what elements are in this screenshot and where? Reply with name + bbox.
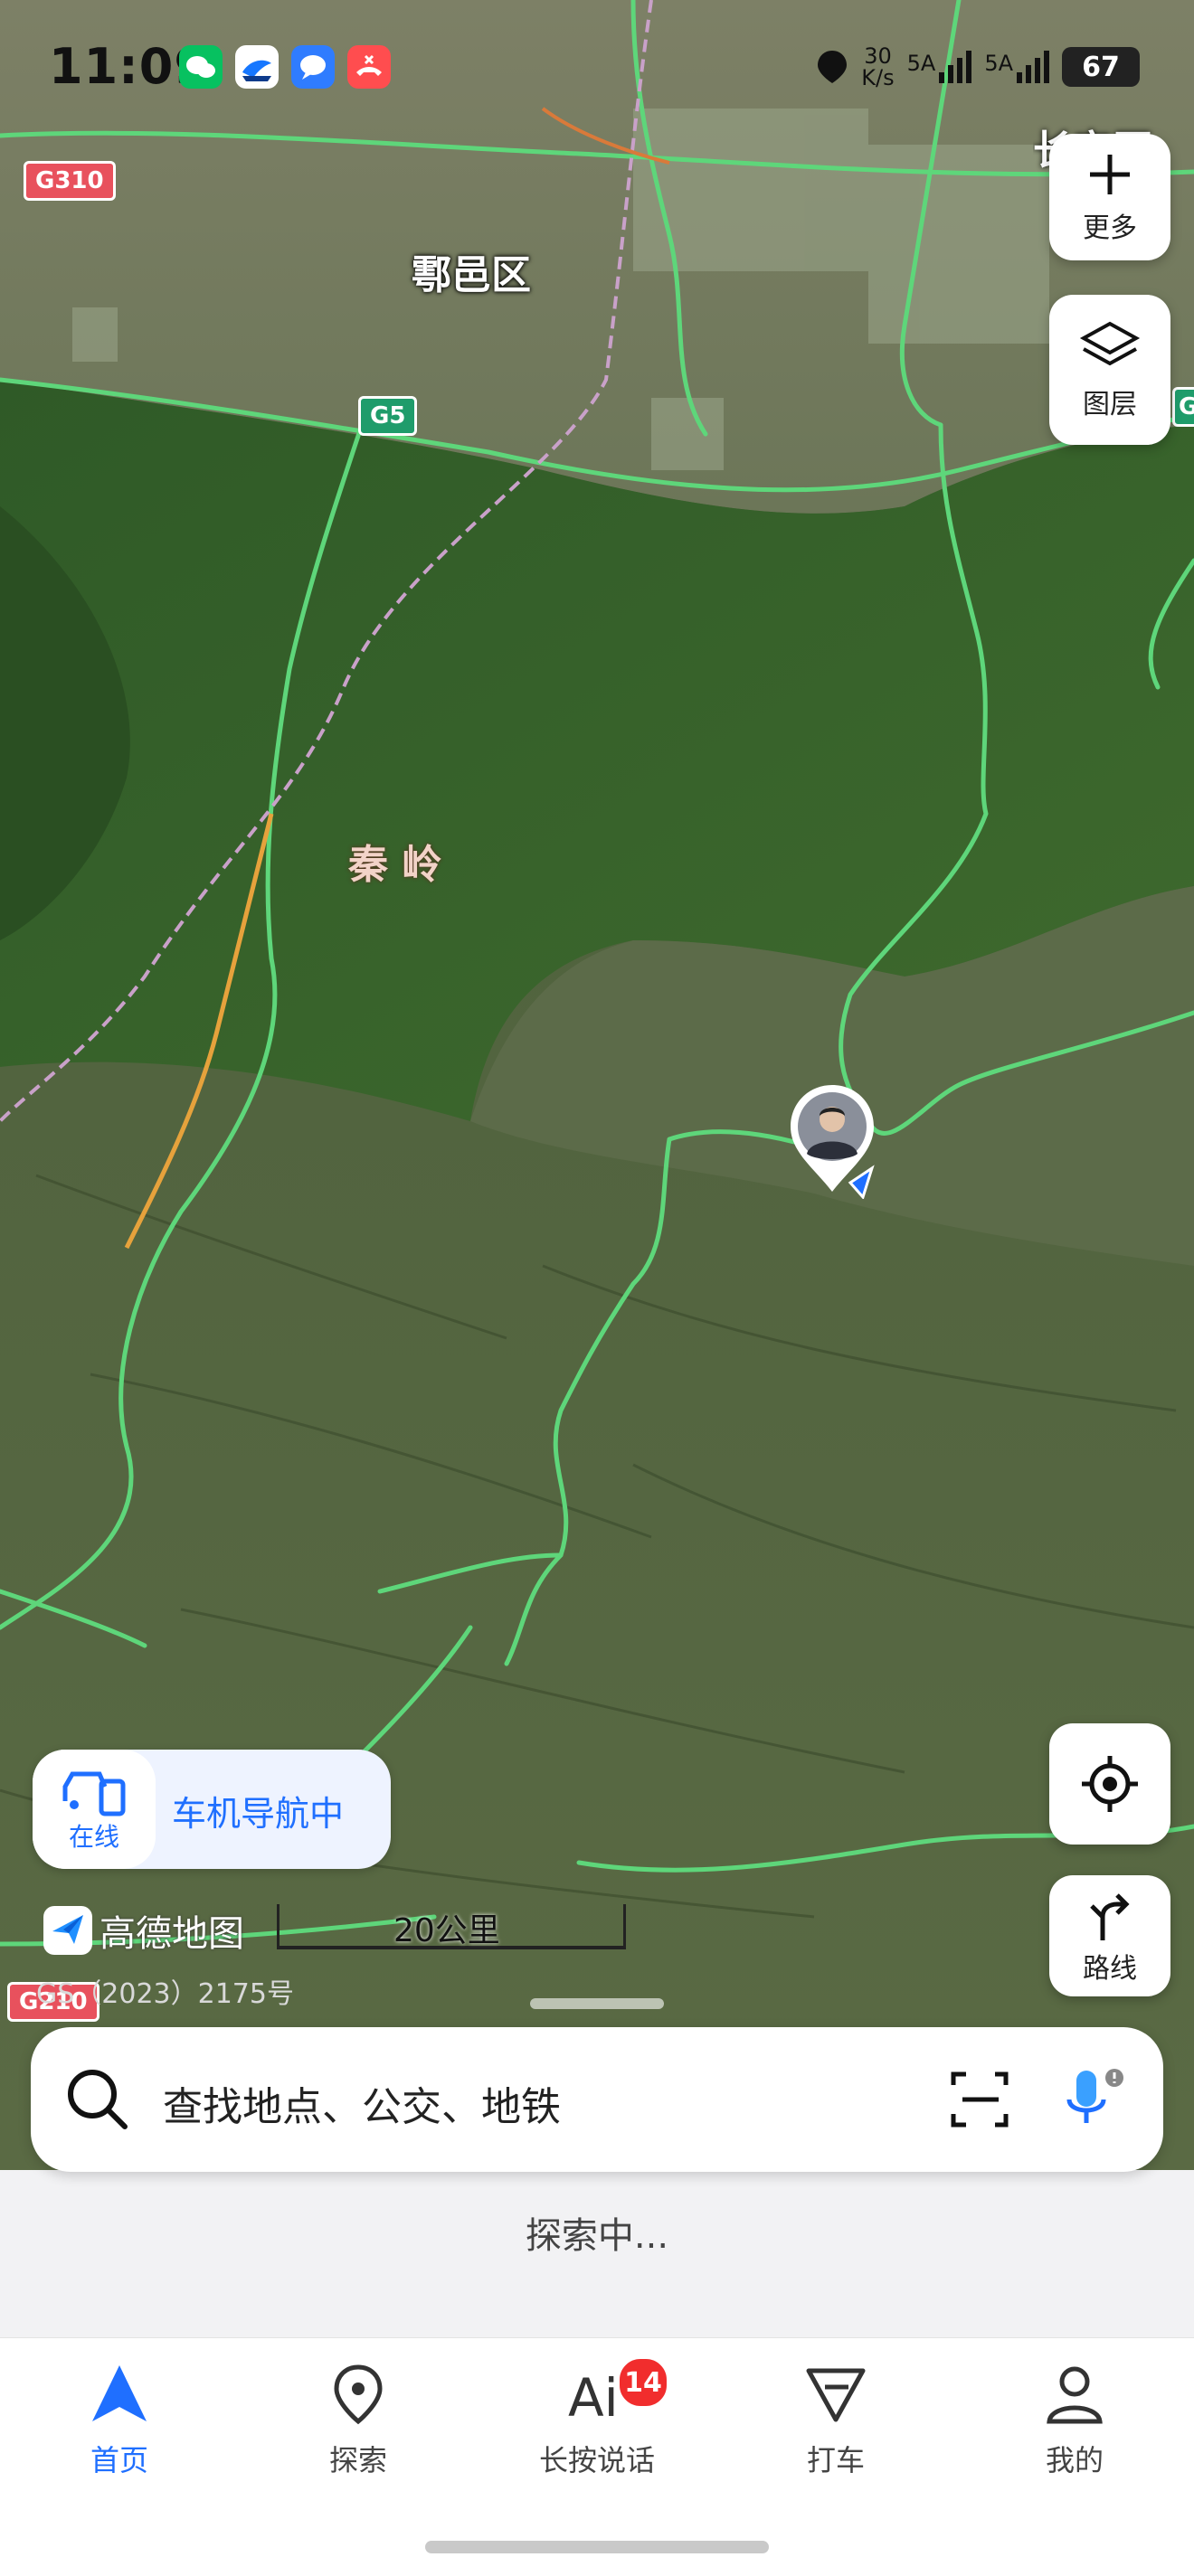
district-label: 鄠邑区	[412, 252, 531, 298]
brand-text: 高德地图	[100, 1913, 244, 1955]
tab-taxi[interactable]: 打车	[745, 2362, 926, 2479]
more-label: 更多	[1083, 212, 1137, 244]
svg-text:Ai: Ai	[568, 2367, 619, 2427]
message-icon	[291, 45, 335, 89]
route-button[interactable]: 路线	[1049, 1875, 1170, 1996]
system-indicators: 30 K/s 5A 5A 67	[816, 45, 1140, 89]
g5-shield: G5	[358, 396, 418, 436]
mountain-label: 秦 岭	[348, 842, 442, 888]
sim1-signal: 5A	[907, 51, 972, 83]
search-input[interactable]: 查找地点、公交、地铁	[163, 2074, 561, 2132]
taxi-icon	[806, 2368, 866, 2422]
search-bar[interactable]: 查找地点、公交、地铁	[31, 2027, 1163, 2172]
car-nav-text: 车机导航中	[172, 1794, 345, 1834]
route-label: 路线	[1083, 1953, 1137, 1985]
tab-explore[interactable]: 探索	[268, 2362, 449, 2479]
status-bar: 11:09 30 K/s 5A 5A 67	[0, 0, 1194, 136]
plus-icon	[1090, 155, 1130, 194]
layers-label: 图层	[1083, 389, 1137, 420]
edge-shield: G	[1172, 387, 1194, 427]
home-indicator[interactable]	[425, 2541, 769, 2553]
location-indicator-icon	[816, 49, 848, 85]
tab-mine[interactable]: 我的	[984, 2362, 1165, 2479]
avatar-pin	[791, 1085, 875, 1199]
tab-mine-label: 我的	[1045, 2443, 1104, 2477]
online-label: 在线	[68, 1822, 119, 1852]
car-phone-icon	[62, 1771, 126, 1816]
navigation-arrow-icon	[92, 2365, 147, 2421]
voice-mic-icon[interactable]	[1057, 2063, 1129, 2136]
tab-voice-ai-label: 长按说话	[538, 2443, 655, 2477]
battery-indicator: 67	[1062, 47, 1140, 87]
user-location-marker[interactable]	[787, 1081, 877, 1199]
explore-status: 探索中...	[525, 2215, 669, 2257]
wechat-icon	[179, 45, 223, 89]
tab-home-label: 首页	[90, 2443, 148, 2477]
person-icon	[1047, 2366, 1103, 2424]
scan-icon[interactable]	[948, 2067, 1013, 2132]
car-navigation-pill[interactable]: 在线 车机导航中	[33, 1750, 391, 1869]
amap-logo: 高德地图	[43, 1904, 244, 1957]
locate-button[interactable]	[1049, 1723, 1170, 1845]
scale-label: 20公里	[393, 1912, 500, 1949]
copyright-text: GS（2023）2175号	[36, 1978, 294, 2010]
more-button[interactable]: 更多	[1049, 134, 1170, 260]
bird-app-icon	[235, 45, 279, 89]
route-arrow-icon	[1090, 1893, 1130, 1940]
ai-badge: 14	[617, 2356, 669, 2409]
layers-icon	[1079, 321, 1141, 366]
tab-taxi-label: 打车	[806, 2443, 865, 2477]
paper-plane-icon	[43, 1906, 92, 1955]
tab-explore-label: 探索	[328, 2443, 387, 2477]
tab-voice-ai[interactable]: Ai 14 长按说话	[507, 2356, 687, 2479]
missed-call-icon	[347, 45, 391, 89]
sheet-handle[interactable]	[530, 1998, 664, 2009]
search-icon	[68, 2070, 128, 2129]
net-speed: 30 K/s	[861, 43, 895, 90]
g310-shield: G310	[24, 161, 116, 201]
scale-bar: 20公里	[277, 1904, 626, 1949]
tab-home[interactable]: 首页	[29, 2362, 210, 2479]
layers-button[interactable]: 图层	[1049, 295, 1170, 445]
car-online-status: 在线	[33, 1750, 156, 1869]
location-pin-icon	[334, 2364, 383, 2425]
locate-crosshair-icon	[1082, 1756, 1138, 1812]
sim2-signal: 5A	[984, 51, 1049, 83]
